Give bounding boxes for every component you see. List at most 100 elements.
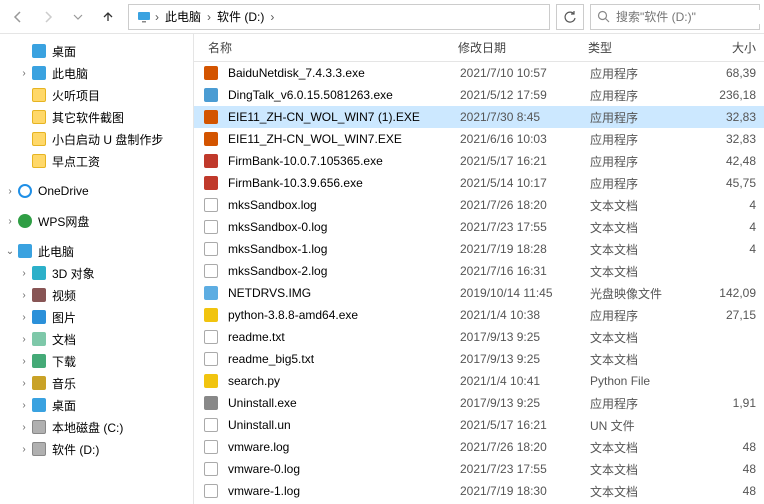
refresh-button[interactable] bbox=[556, 4, 584, 30]
file-size: 4 bbox=[684, 242, 764, 256]
sidebar-item[interactable]: ›3D 对象 bbox=[0, 262, 193, 284]
expand-icon[interactable]: › bbox=[18, 68, 30, 79]
sidebar-item[interactable]: ›文档 bbox=[0, 328, 193, 350]
file-name: NETDRVS.IMG bbox=[222, 286, 454, 300]
sidebar-item[interactable]: ›本地磁盘 (C:) bbox=[0, 416, 193, 438]
txt-icon bbox=[202, 483, 220, 499]
file-size: 4 bbox=[684, 198, 764, 212]
expand-icon[interactable]: › bbox=[18, 334, 30, 345]
file-type: UN 文件 bbox=[584, 417, 684, 434]
file-date: 2021/7/26 18:20 bbox=[454, 440, 584, 454]
column-header-size[interactable]: 大小 bbox=[682, 39, 764, 56]
sidebar-item[interactable]: 桌面 bbox=[0, 40, 193, 62]
file-row[interactable]: search.py2021/1/4 10:41Python File bbox=[194, 370, 764, 392]
file-type: 应用程序 bbox=[584, 175, 684, 192]
sidebar-item-label: 图片 bbox=[52, 309, 76, 326]
file-size: 4 bbox=[684, 220, 764, 234]
file-date: 2021/7/16 16:31 bbox=[454, 264, 584, 278]
nav-back-button[interactable] bbox=[4, 4, 32, 30]
file-row[interactable]: vmware-1.log2021/7/19 18:30文本文档48 bbox=[194, 480, 764, 502]
file-row[interactable]: FirmBank-10.3.9.656.exe2021/5/14 10:17应用… bbox=[194, 172, 764, 194]
file-row[interactable]: EIE11_ZH-CN_WOL_WIN7 (1).EXE2021/7/30 8:… bbox=[194, 106, 764, 128]
sidebar-item[interactable]: ›OneDrive bbox=[0, 180, 193, 202]
sidebar-item[interactable]: › 软件 (D:) bbox=[0, 438, 193, 460]
sidebar-item[interactable]: ›下载 bbox=[0, 350, 193, 372]
txt-icon bbox=[202, 417, 220, 433]
file-type: 文本文档 bbox=[584, 329, 684, 346]
file-type: 应用程序 bbox=[584, 109, 684, 126]
sidebar-item[interactable]: › 图片 bbox=[0, 306, 193, 328]
expand-icon[interactable]: › bbox=[18, 290, 30, 301]
file-row[interactable]: DingTalk_v6.0.15.5081263.exe2021/5/12 17… bbox=[194, 84, 764, 106]
file-name: search.py bbox=[222, 374, 454, 388]
toolbar: › 此电脑 › 软件 (D:) › bbox=[0, 0, 764, 34]
column-header-name[interactable]: 名称 bbox=[202, 39, 452, 56]
sidebar-item[interactable]: 小白启动 U 盘制作步 bbox=[0, 128, 193, 150]
file-row[interactable]: EIE11_ZH-CN_WOL_WIN7.EXE2021/6/16 10:03应… bbox=[194, 128, 764, 150]
file-row[interactable]: mksSandbox-0.log2021/7/23 17:55文本文档4 bbox=[194, 216, 764, 238]
expand-icon[interactable]: ⌄ bbox=[4, 246, 16, 257]
file-date: 2021/7/23 17:55 bbox=[454, 220, 584, 234]
sidebar-item[interactable]: ›此电脑 bbox=[0, 62, 193, 84]
sidebar-item[interactable]: › 音乐 bbox=[0, 372, 193, 394]
column-header-type[interactable]: 类型 bbox=[582, 39, 682, 56]
pic-icon bbox=[30, 309, 48, 325]
sidebar-item[interactable]: 早点工资 bbox=[0, 150, 193, 172]
search-input[interactable] bbox=[616, 10, 764, 24]
expand-icon[interactable]: › bbox=[18, 378, 30, 389]
nav-up-button[interactable] bbox=[94, 4, 122, 30]
file-type: Python File bbox=[584, 374, 684, 388]
monitor-icon bbox=[16, 243, 34, 259]
file-row[interactable]: mksSandbox.log2021/7/26 18:20文本文档4 bbox=[194, 194, 764, 216]
file-type: 应用程序 bbox=[584, 87, 684, 104]
sidebar[interactable]: 桌面›此电脑火听项目其它软件截图小白启动 U 盘制作步早点工资 ›OneDrive… bbox=[0, 34, 194, 504]
breadcrumb-item[interactable]: 此电脑 bbox=[161, 8, 205, 25]
expand-icon[interactable]: › bbox=[18, 268, 30, 279]
file-row[interactable]: FirmBank-10.0.7.105365.exe2021/5/17 16:2… bbox=[194, 150, 764, 172]
sidebar-item[interactable]: ›桌面 bbox=[0, 394, 193, 416]
expand-icon[interactable]: › bbox=[18, 444, 30, 455]
breadcrumb[interactable]: › 此电脑 › 软件 (D:) › bbox=[128, 4, 550, 30]
file-list[interactable]: BaiduNetdisk_7.4.3.3.exe2021/7/10 10:57应… bbox=[194, 62, 764, 504]
file-row[interactable]: mksSandbox-1.log2021/7/19 18:28文本文档4 bbox=[194, 238, 764, 260]
expand-icon[interactable]: › bbox=[18, 400, 30, 411]
expand-icon[interactable]: › bbox=[4, 216, 16, 227]
file-size: 48 bbox=[684, 484, 764, 498]
expand-icon[interactable]: › bbox=[4, 186, 16, 197]
file-row[interactable]: Uninstall.exe2017/9/13 9:25应用程序1,91 bbox=[194, 392, 764, 414]
sidebar-item[interactable]: 火听项目 bbox=[0, 84, 193, 106]
breadcrumb-item[interactable]: 软件 (D:) bbox=[213, 8, 268, 25]
sidebar-item[interactable]: ⌄此电脑 bbox=[0, 240, 193, 262]
file-row[interactable]: BaiduNetdisk_7.4.3.3.exe2021/7/10 10:57应… bbox=[194, 62, 764, 84]
file-row[interactable]: NETDRVS.IMG2019/10/14 11:45光盘映像文件142,09 bbox=[194, 282, 764, 304]
sidebar-item[interactable]: ›WPS网盘 bbox=[0, 210, 193, 232]
file-row[interactable]: python-3.8.8-amd64.exe2021/1/4 10:38应用程序… bbox=[194, 304, 764, 326]
file-size: 45,75 bbox=[684, 176, 764, 190]
exe2-icon bbox=[202, 153, 220, 169]
file-row[interactable]: vmware.log2021/7/26 18:20文本文档48 bbox=[194, 436, 764, 458]
file-name: Uninstall.un bbox=[222, 418, 454, 432]
expand-icon[interactable]: › bbox=[18, 356, 30, 367]
sidebar-item-label: 音乐 bbox=[52, 375, 76, 392]
nav-recent-button[interactable] bbox=[64, 4, 92, 30]
file-date: 2021/5/14 10:17 bbox=[454, 176, 584, 190]
sidebar-item[interactable]: ›视频 bbox=[0, 284, 193, 306]
expand-icon[interactable]: › bbox=[18, 312, 30, 323]
file-row[interactable]: readme_big5.txt2017/9/13 9:25文本文档 bbox=[194, 348, 764, 370]
wps-icon bbox=[16, 213, 34, 229]
file-type: 文本文档 bbox=[584, 439, 684, 456]
file-row[interactable]: Uninstall.un2021/5/17 16:21UN 文件 bbox=[194, 414, 764, 436]
nav-forward-button[interactable] bbox=[34, 4, 62, 30]
file-row[interactable]: vmware-0.log2021/7/23 17:55文本文档48 bbox=[194, 458, 764, 480]
sidebar-item-label: 软件 (D:) bbox=[52, 441, 99, 458]
sidebar-item-label: 火听项目 bbox=[52, 87, 100, 104]
column-header-date[interactable]: 修改日期 bbox=[452, 39, 582, 56]
file-type: 光盘映像文件 bbox=[584, 285, 684, 302]
file-type: 文本文档 bbox=[584, 241, 684, 258]
expand-icon[interactable]: › bbox=[18, 422, 30, 433]
file-row[interactable]: mksSandbox-2.log2021/7/16 16:31文本文档 bbox=[194, 260, 764, 282]
search-box[interactable] bbox=[590, 4, 760, 30]
folder-icon bbox=[30, 109, 48, 125]
file-row[interactable]: readme.txt2017/9/13 9:25文本文档 bbox=[194, 326, 764, 348]
sidebar-item[interactable]: 其它软件截图 bbox=[0, 106, 193, 128]
